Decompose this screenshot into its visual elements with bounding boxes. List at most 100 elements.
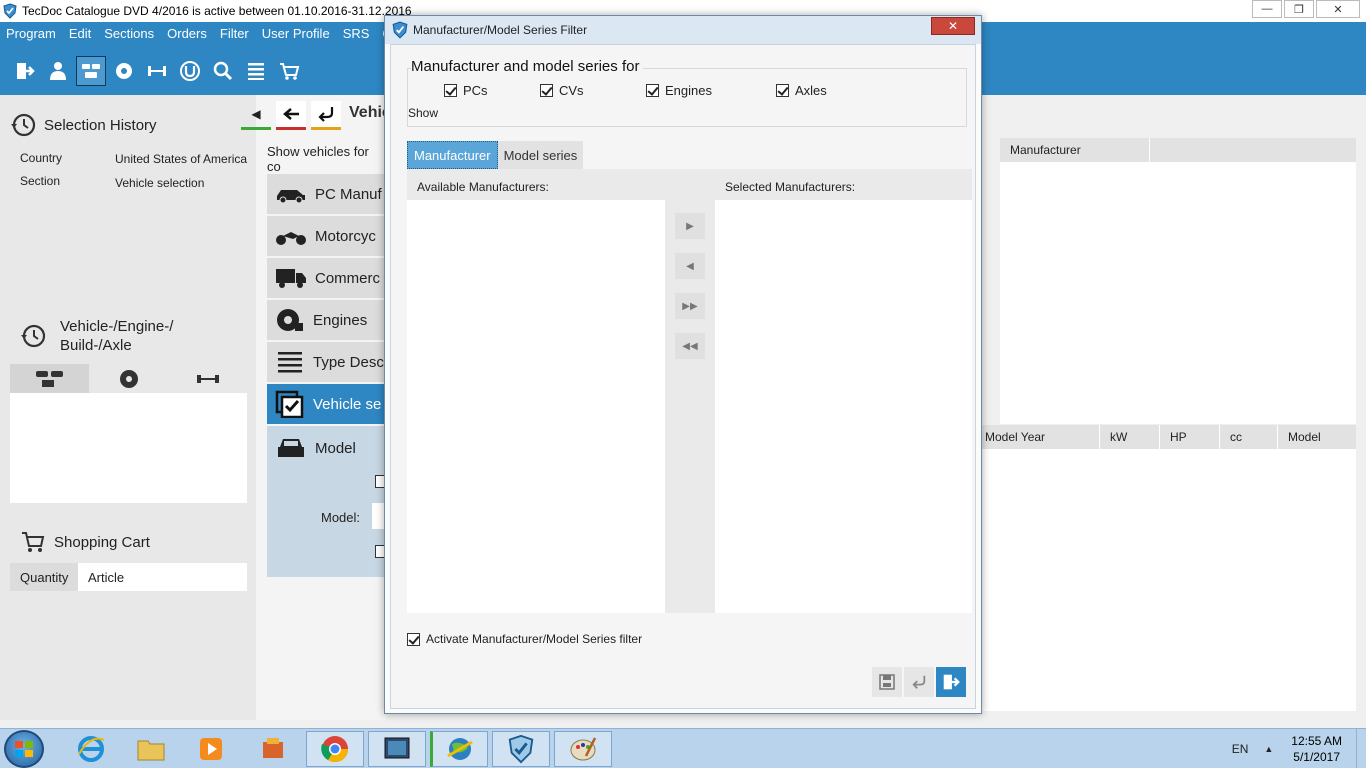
check-icon — [275, 390, 304, 418]
tray-expand-icon[interactable]: ▲ — [1264, 744, 1273, 754]
menu-orders[interactable]: Orders — [167, 26, 207, 41]
show-desktop-button[interactable] — [1356, 729, 1366, 768]
search-icon — [213, 61, 233, 81]
axle-icon — [148, 66, 166, 76]
add-button[interactable]: ▶ — [675, 213, 705, 239]
category-motorcycle[interactable]: Motorcyc — [267, 216, 386, 258]
exit-icon — [17, 63, 35, 79]
checkbox-box — [646, 84, 659, 97]
clock[interactable]: 12:55 AM 5/1/2017 — [1291, 733, 1342, 765]
axle-icon — [196, 374, 219, 383]
universal-button[interactable] — [175, 56, 205, 86]
add-all-button[interactable]: ▶▶ — [675, 293, 705, 319]
vehicles-button[interactable] — [76, 56, 106, 86]
globe-icon — [447, 738, 473, 760]
minimize-button[interactable]: — — [1252, 0, 1282, 18]
back-button[interactable] — [276, 101, 306, 130]
tab-vehicles[interactable] — [10, 364, 89, 393]
paint-palette-icon — [570, 737, 597, 761]
selected-manufacturers-list[interactable] — [715, 200, 972, 613]
manufacturer-table-header: Manufacturer — [1000, 138, 1356, 162]
axles-button[interactable] — [142, 56, 172, 86]
tab-axles[interactable] — [168, 364, 247, 393]
engine-icon — [277, 309, 303, 331]
col-model: Model — [1288, 430, 1321, 444]
taskbar-chrome[interactable] — [306, 731, 364, 767]
category-model[interactable]: Model — [267, 426, 386, 472]
category-vehicle-selection[interactable]: Vehicle se — [267, 384, 386, 426]
taskbar-paint[interactable] — [554, 731, 612, 767]
activate-filter-checkbox[interactable]: Activate Manufacturer/Model Series filte… — [407, 632, 642, 646]
tab-engines[interactable] — [89, 364, 168, 393]
category-commercial[interactable]: Commerc — [267, 258, 386, 300]
manufacturer-table[interactable] — [1000, 162, 1356, 424]
menu-program[interactable]: Program — [6, 26, 56, 41]
model-label: Model: — [321, 510, 361, 525]
vehicle-history-list[interactable] — [10, 393, 247, 503]
language-indicator[interactable]: EN — [1232, 742, 1249, 756]
pcs-checkbox[interactable]: PCs — [444, 83, 488, 98]
terminal-icon — [384, 737, 410, 759]
system-tray: EN ▲ 12:55 AM 5/1/2017 — [1232, 729, 1366, 768]
cart-button[interactable] — [274, 56, 304, 86]
taskbar-file-explorer[interactable] — [122, 731, 180, 767]
search-button[interactable] — [208, 56, 238, 86]
collapse-button[interactable]: ◀ — [241, 101, 271, 130]
window-title: TecDoc Catalogue DVD 4/2016 is active be… — [22, 4, 412, 18]
arrow-left-icon: ◀ — [686, 260, 694, 272]
category-type-description[interactable]: Type Desc — [267, 342, 386, 384]
remove-all-button[interactable]: ◀◀ — [675, 333, 705, 359]
package-icon — [263, 738, 283, 758]
exit-dialog-button[interactable] — [936, 667, 966, 697]
engines-checkbox[interactable]: Engines — [646, 83, 712, 98]
menu-user-profile[interactable]: User Profile — [262, 26, 330, 41]
vehicle-selection-panel: ◀ Vehic Show vehicles for co PC Manuf Mo… — [241, 95, 391, 720]
remove-button[interactable]: ◀ — [675, 253, 705, 279]
close-button[interactable]: ✕ — [1316, 0, 1360, 18]
taskbar-media-player[interactable] — [182, 731, 240, 767]
available-manufacturers-list[interactable] — [407, 200, 665, 613]
return-icon — [912, 675, 926, 689]
tab-model-series[interactable]: Model series — [497, 141, 584, 169]
category-list: PC Manuf Motorcyc Commerc Engines Type D… — [267, 174, 386, 472]
dialog-body: PCs CVs Engines Axles Show Manufacturer … — [390, 44, 976, 709]
category-pc-manufacturer[interactable]: PC Manuf — [267, 174, 386, 216]
cart-col-quantity: Quantity — [10, 563, 78, 591]
windows-taskbar: EN ▲ 12:55 AM 5/1/2017 — [0, 728, 1366, 768]
dialog-tabs: Manufacturer Model series — [407, 141, 584, 169]
motorcycle-icon — [276, 232, 306, 245]
manufacturer-filter-dialog: Manufacturer/Model Series Filter ✕ PCs C… — [384, 15, 982, 714]
cvs-checkbox[interactable]: CVs — [540, 83, 584, 98]
menu-filter[interactable]: Filter — [220, 26, 249, 41]
menu-bar: Program Edit Sections Orders Filter User… — [6, 26, 413, 41]
taskbar-internet-explorer[interactable] — [62, 731, 120, 767]
tab-manufacturer[interactable]: Manufacturer — [407, 141, 498, 169]
cart-icon — [22, 532, 45, 552]
menu-srs[interactable]: SRS — [343, 26, 370, 41]
taskbar-app-6[interactable] — [368, 731, 426, 767]
menu-sections[interactable]: Sections — [104, 26, 154, 41]
model-table[interactable] — [982, 449, 1356, 711]
dialog-close-button[interactable]: ✕ — [931, 17, 975, 35]
checkbox-box — [444, 84, 457, 97]
axles-checkbox[interactable]: Axles — [776, 83, 827, 98]
engines-button[interactable] — [109, 56, 139, 86]
save-button[interactable] — [872, 667, 902, 697]
menu-edit[interactable]: Edit — [69, 26, 91, 41]
col-manufacturer: Manufacturer — [1000, 138, 1150, 162]
maximize-button[interactable]: ❐ — [1284, 0, 1314, 18]
taskbar-app-4[interactable] — [244, 731, 302, 767]
taskbar-app-7[interactable] — [430, 731, 488, 767]
dialog-title: Manufacturer/Model Series Filter — [413, 23, 588, 37]
start-button[interactable] — [4, 730, 44, 768]
exit-button[interactable] — [10, 56, 40, 86]
user-icon — [50, 62, 66, 80]
selection-history-title: Selection History — [10, 112, 157, 138]
return-button[interactable] — [311, 101, 341, 130]
taskbar-tecdoc[interactable] — [492, 731, 550, 767]
list-button[interactable] — [241, 56, 271, 86]
category-engines[interactable]: Engines — [267, 300, 386, 342]
return-button[interactable] — [904, 667, 934, 697]
list-icon — [248, 63, 264, 80]
user-profile-button[interactable] — [43, 56, 73, 86]
